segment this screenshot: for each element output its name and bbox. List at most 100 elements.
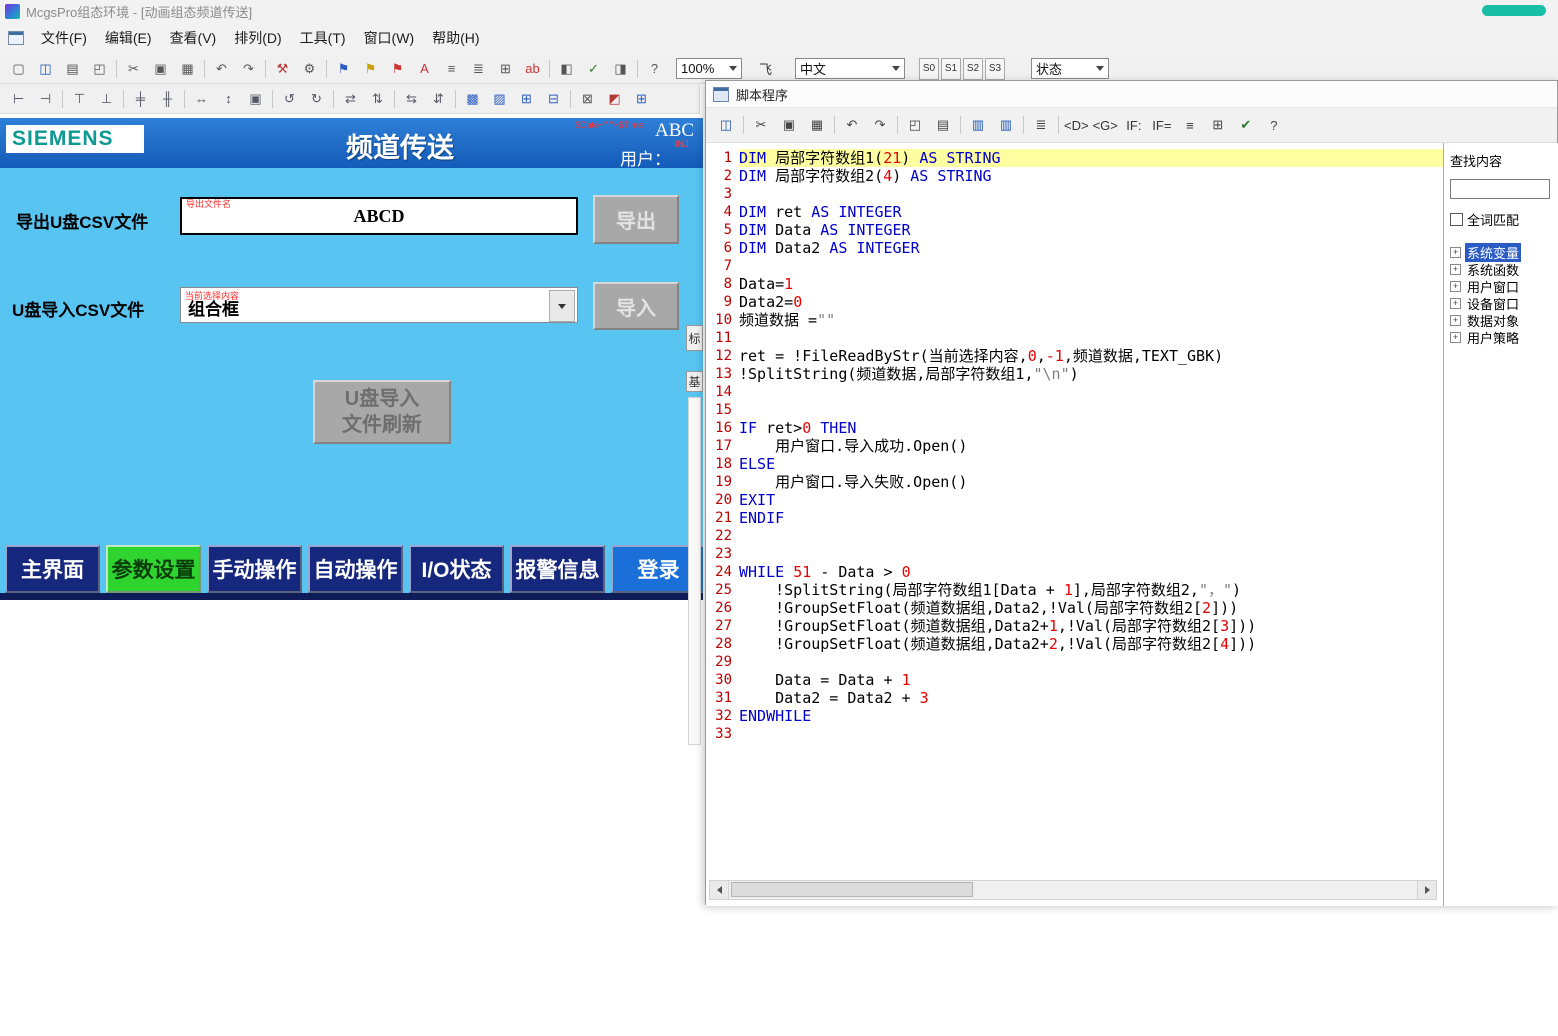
code-line[interactable]: 25 !SplitString(局部字符数组1[Data + 1],局部字符数组… [706,581,1443,599]
layout-icon[interactable]: ◨ [607,56,634,81]
lock-icon[interactable]: ⊠ [574,86,601,111]
save-icon[interactable]: ◫ [712,112,740,138]
nav-button[interactable]: 手动操作 [207,545,302,593]
code-line[interactable]: 27 !GroupSetFloat(频道数据组,Data2+1,!Val(局部字… [706,617,1443,635]
nav-button[interactable]: 参数设置 [106,545,201,593]
align-left-icon[interactable]: ⊢ [5,86,32,111]
redo-icon[interactable]: ↷ [235,56,262,81]
tree-item[interactable]: 用户窗口 [1450,278,1553,295]
code-line[interactable]: 19 用户窗口.导入失败.Open() [706,473,1443,491]
panel-tab-standard[interactable]: 标 [686,325,703,351]
scrollbar-thumb[interactable] [731,882,973,897]
code-line[interactable]: 30 Data = Data + 1 [706,671,1443,689]
same-width-icon[interactable]: ↔ [188,86,215,111]
global-declare-icon[interactable]: <G> [1091,112,1120,138]
same-height-icon[interactable]: ↕ [215,86,242,111]
nav-button[interactable]: 报警信息 [510,545,605,593]
grid-icon[interactable]: ⊞ [492,56,519,81]
new-window-icon[interactable]: ▢ [5,56,32,81]
align-bottom-icon[interactable]: ⊥ [93,86,120,111]
state-button-s2[interactable]: S2 [963,58,983,80]
menu-item-3[interactable]: 查看(V) [161,24,226,52]
nav-button[interactable]: I/O状态 [409,545,504,593]
space-horizontal-icon[interactable]: ⇆ [398,86,425,111]
device-flag-icon[interactable]: ⚑ [357,56,384,81]
help-icon[interactable]: ? [1260,112,1288,138]
if-then-icon[interactable]: IF: [1120,112,1148,138]
code-line[interactable]: 9Data2=0 [706,293,1443,311]
menu-item-6[interactable]: 窗口(W) [355,24,424,52]
state-button-s1[interactable]: S1 [941,58,961,80]
expand-icon[interactable] [1450,264,1461,275]
panel-tab-basic[interactable]: 基 [686,371,703,392]
code-line[interactable]: 31 Data2 = Data2 + 3 [706,689,1443,707]
paste-icon[interactable]: ▦ [174,56,201,81]
code-line[interactable]: 3 [706,185,1443,203]
insert-object-icon[interactable]: ▥ [992,112,1020,138]
import-button[interactable]: 导入 [593,282,679,330]
list-icon[interactable]: ≣ [465,56,492,81]
flip-vertical-icon[interactable]: ⇅ [364,86,391,111]
export-filename-input[interactable]: 导出文件名 ABCD [180,197,578,235]
code-line[interactable]: 12ret = !FileReadByStr(当前选择内容,0,-1,频道数据,… [706,347,1443,365]
ungroup-icon[interactable]: ⊟ [540,86,567,111]
align-right-icon[interactable]: ⊣ [32,86,59,111]
menu-item-7[interactable]: 帮助(H) [423,24,488,52]
code-line[interactable]: 18ELSE [706,455,1443,473]
syntax-check-icon[interactable]: ✓ [580,56,607,81]
menu-item-5[interactable]: 工具(T) [291,24,355,52]
align-top-icon[interactable]: ⊤ [66,86,93,111]
state-combobox[interactable]: 状态 [1031,58,1109,79]
bring-front-icon[interactable]: ▩ [459,86,486,111]
expand-icon[interactable] [1450,315,1461,326]
code-line[interactable]: 13!SplitString(频道数据,局部字符数组1,"\n") [706,365,1443,383]
animation-flag-icon[interactable]: ⚑ [330,56,357,81]
nav-button[interactable]: 自动操作 [308,545,403,593]
table-grid-icon[interactable]: ⊞ [628,86,655,111]
print-preview-icon[interactable]: ◰ [901,112,929,138]
usb-refresh-button[interactable]: U盘导入 文件刷新 [313,380,451,444]
rotate-right-icon[interactable]: ↻ [303,86,330,111]
export-button[interactable]: 导出 [593,195,679,244]
center-horizontal-icon[interactable]: ╪ [127,86,154,111]
cut-icon[interactable]: ✂ [747,112,775,138]
menu-item-2[interactable]: 编辑(E) [96,24,161,52]
cut-icon[interactable]: ✂ [120,56,147,81]
horizontal-scrollbar[interactable] [709,880,1437,900]
expand-icon[interactable] [1450,332,1461,343]
same-size-icon[interactable]: ▣ [242,86,269,111]
code-line[interactable]: 33 [706,725,1443,743]
code-line[interactable]: 28 !GroupSetFloat(频道数据组,Data2+2,!Val(局部字… [706,635,1443,653]
align-text-icon[interactable]: ≡ [438,56,465,81]
center-vertical-icon[interactable]: ╫ [154,86,181,111]
fill-color-icon[interactable]: ◩ [601,86,628,111]
whole-word-option[interactable]: 全词匹配 [1450,210,1553,229]
copy-icon[interactable]: ▣ [775,112,803,138]
import-file-combobox[interactable]: 当前选择内容 组合框 [180,287,578,323]
print-icon[interactable]: ▤ [929,112,957,138]
ime-icon[interactable]: 飞 [752,56,779,81]
search-input[interactable] [1450,179,1550,199]
script-window-titlebar[interactable]: 脚本程序 [706,81,1557,108]
spell-check-icon[interactable]: ab [519,56,546,81]
tree-item[interactable]: 系统变量 [1450,244,1553,261]
redo-icon[interactable]: ↷ [866,112,894,138]
undo-icon[interactable]: ↶ [838,112,866,138]
code-line[interactable]: 16IF ret>0 THEN [706,419,1443,437]
scrollbar-track[interactable] [729,881,1417,899]
zoom-combobox[interactable]: 100% [676,58,742,79]
code-line[interactable]: 5DIM Data AS INTEGER [706,221,1443,239]
workbench-icon[interactable]: ⚙ [296,56,323,81]
expand-icon[interactable] [1450,298,1461,309]
tools-icon[interactable]: ⚒ [269,56,296,81]
code-line[interactable]: 26 !GroupSetFloat(频道数据组,Data2,!Val(局部字符数… [706,599,1443,617]
help-icon[interactable]: ? [641,56,668,81]
space-vertical-icon[interactable]: ⇵ [425,86,452,111]
flip-horizontal-icon[interactable]: ⇄ [337,86,364,111]
code-line[interactable]: 11 [706,329,1443,347]
whole-word-checkbox[interactable] [1450,213,1463,226]
structure-icon[interactable]: ≡ [1176,112,1204,138]
tree-item[interactable]: 系统函数 [1450,261,1553,278]
strategy-flag-icon[interactable]: ⚑ [384,56,411,81]
code-line[interactable]: 15 [706,401,1443,419]
